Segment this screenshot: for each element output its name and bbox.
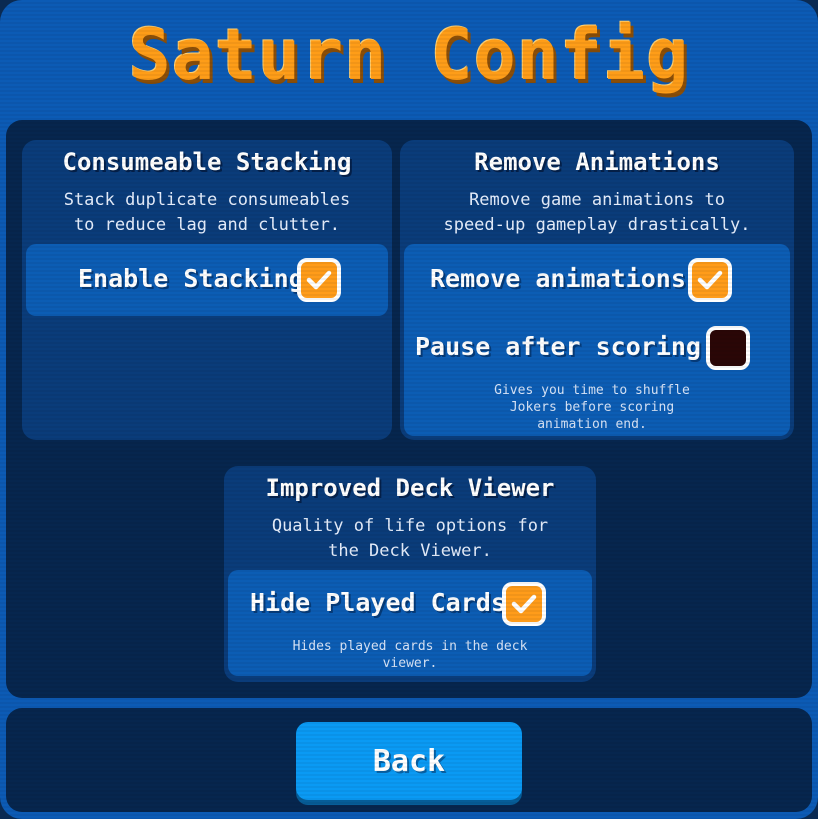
hint-line: viewer. [382, 656, 438, 671]
option-hide-played-cards-group: Hide Played Cards Hides played cards in … [228, 570, 592, 676]
hide-played-hint: Hides played cards in the deck viewer. [248, 638, 572, 672]
section-title: Improved Deck Viewer [265, 474, 555, 502]
description-line: the Deck Viewer. [328, 541, 492, 561]
checkmark-icon [697, 270, 723, 290]
option-remove-animations[interactable]: Remove animations [404, 244, 790, 316]
enable-stacking-checkbox[interactable] [297, 258, 341, 302]
option-remove-animations-group: Remove animations Pause after scoring Gi… [404, 244, 790, 436]
option-label: Hide Played Cards [250, 588, 506, 617]
option-pause-after-scoring[interactable]: Pause after scoring [404, 316, 790, 376]
hint-line: Gives you time to shuffle [494, 383, 690, 398]
option-label: Pause after scoring [415, 332, 701, 361]
pause-hint: Gives you time to shuffle Jokers before … [444, 382, 740, 433]
pause-after-scoring-checkbox[interactable] [706, 326, 750, 370]
page-title: Saturn Config [128, 14, 690, 96]
description-line: speed-up gameplay drastically. [443, 215, 751, 235]
hint-line: Jokers before scoring [509, 400, 675, 415]
section-description: Remove game animations to speed-up gamep… [400, 188, 794, 238]
options-panel: Consumeable Stacking Stack duplicate con… [6, 120, 812, 698]
section-consumeable-stacking: Consumeable Stacking Stack duplicate con… [22, 140, 392, 440]
hide-played-cards-checkbox[interactable] [502, 582, 546, 626]
option-label: Enable Stacking [78, 264, 304, 293]
description-line: to reduce lag and clutter. [73, 215, 341, 235]
section-title: Remove Animations [474, 148, 720, 176]
back-button[interactable]: Back [296, 722, 522, 800]
checkmark-icon [511, 594, 537, 614]
section-description: Quality of life options for the Deck Vie… [224, 514, 596, 564]
remove-animations-checkbox[interactable] [688, 258, 732, 302]
option-hide-played-cards[interactable]: Hide Played Cards [228, 570, 592, 636]
section-description: Stack duplicate consumeables to reduce l… [22, 188, 392, 238]
section-remove-animations: Remove Animations Remove game animations… [400, 140, 794, 440]
option-enable-stacking[interactable]: Enable Stacking [26, 244, 388, 316]
section-title: Consumeable Stacking [62, 148, 352, 176]
option-label: Remove animations [430, 264, 686, 293]
hint-line: animation end. [537, 417, 647, 432]
description-line: Stack duplicate consumeables [63, 190, 351, 210]
description-line: Quality of life options for [271, 516, 549, 536]
checkmark-icon [306, 270, 332, 290]
config-window: Saturn Config Consumeable Stacking Stack… [0, 0, 818, 819]
hint-line: Hides played cards in the deck [292, 639, 528, 654]
description-line: Remove game animations to [469, 190, 725, 210]
section-improved-deck-viewer: Improved Deck Viewer Quality of life opt… [224, 466, 596, 682]
